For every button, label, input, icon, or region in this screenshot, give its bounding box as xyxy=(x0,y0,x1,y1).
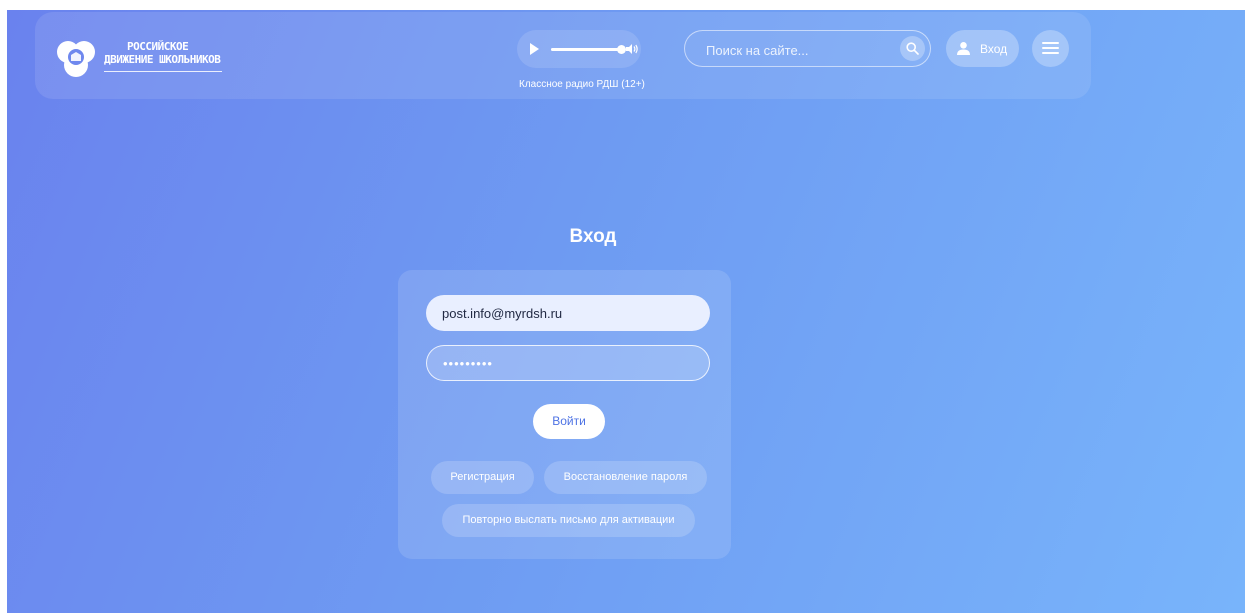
page-background: РОССИЙСКОЕ ДВИЖЕНИЕ ШКОЛЬНИКОВ Классное … xyxy=(7,10,1245,613)
site-search xyxy=(684,30,931,67)
search-icon xyxy=(906,42,919,55)
login-form-card: Войти Регистрация Восстановление пароля … xyxy=(398,270,731,559)
header-login-button[interactable]: Вход xyxy=(946,30,1019,67)
logo-text-line1: РОССИЙСКОЕ xyxy=(127,40,189,53)
radio-progress-fill xyxy=(551,48,622,51)
submit-login-button[interactable]: Войти xyxy=(533,404,605,439)
recover-password-button[interactable]: Восстановление пароля xyxy=(544,461,707,494)
search-input[interactable] xyxy=(704,38,888,62)
site-logo[interactable]: РОССИЙСКОЕ ДВИЖЕНИЕ ШКОЛЬНИКОВ xyxy=(54,36,239,80)
password-field[interactable] xyxy=(426,345,710,381)
radio-caption[interactable]: Классное радио РДШ (12+) xyxy=(519,79,673,90)
register-button[interactable]: Регистрация xyxy=(431,461,534,494)
volume-icon[interactable] xyxy=(625,42,639,56)
page-title: Вход xyxy=(569,226,617,247)
logo-underline xyxy=(104,71,222,72)
search-button[interactable] xyxy=(900,36,925,61)
email-field[interactable] xyxy=(426,295,710,331)
logo-mark-icon xyxy=(57,41,95,77)
logo-text-line2: ДВИЖЕНИЕ ШКОЛЬНИКОВ xyxy=(104,53,221,66)
user-icon xyxy=(957,42,970,55)
radio-progress-slider[interactable] xyxy=(551,45,627,54)
play-icon[interactable] xyxy=(530,43,539,55)
header-login-label: Вход xyxy=(980,42,1008,56)
menu-button[interactable] xyxy=(1032,30,1069,67)
site-header: РОССИЙСКОЕ ДВИЖЕНИЕ ШКОЛЬНИКОВ Классное … xyxy=(35,12,1091,99)
radio-player xyxy=(517,30,641,68)
resend-activation-button[interactable]: Повторно выслать письмо для активации xyxy=(442,504,695,537)
